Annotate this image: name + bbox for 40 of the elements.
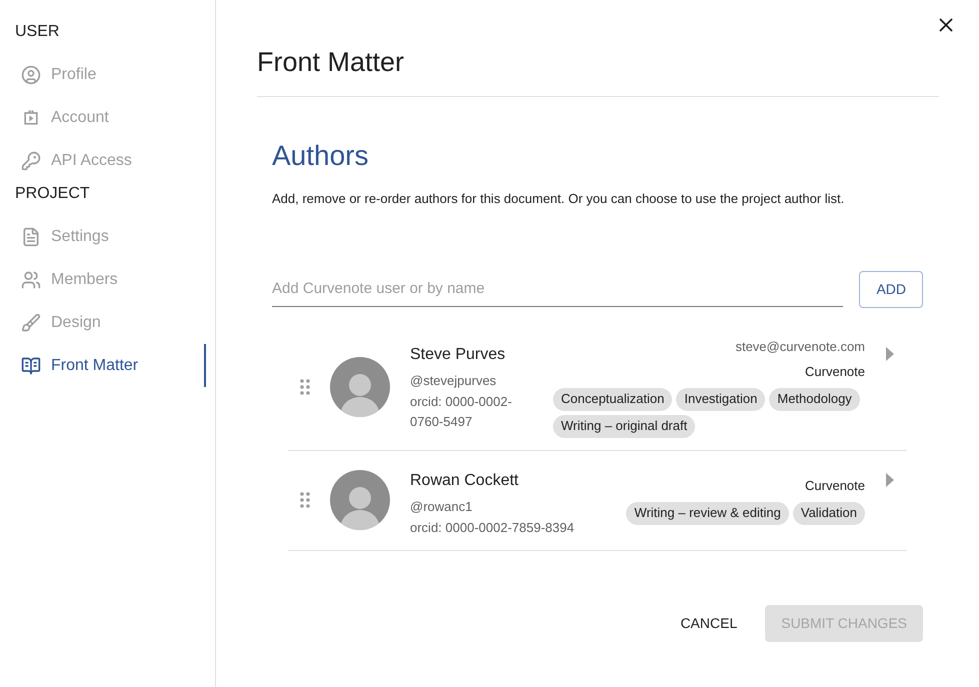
section-title: Authors [272, 139, 370, 173]
role-chip: Writing – review & editing [626, 502, 789, 524]
key-icon [21, 150, 41, 170]
cancel-button[interactable]: CANCEL [672, 606, 746, 642]
add-button[interactable]: ADD [859, 270, 923, 308]
sidebar-item[interactable]: Design [0, 301, 215, 344]
role-chip: Validation [792, 502, 865, 524]
author-name: Rowan Cockett [410, 470, 520, 490]
role-chip: Conceptualization [553, 388, 672, 410]
author-email: steve@curvenote.com [735, 338, 865, 356]
brush-icon [21, 312, 41, 332]
drag-handle-icon[interactable] [300, 379, 310, 395]
author-name: Steve Purves [410, 344, 506, 364]
description: Add, remove or re-order authors for this document. Or you can choose to use the project author list. [272, 190, 846, 208]
drag-handle-icon[interactable] [300, 492, 310, 508]
expand-caret-icon[interactable] [885, 346, 895, 360]
sidebar-item[interactable]: Members [0, 258, 215, 301]
section-heading: PROJECT [14, 184, 91, 204]
role-chip: Writing – original draft [553, 414, 696, 438]
sidebar-item[interactable]: Front Matter [0, 344, 206, 387]
author-orcid: orcid: 0000-0002-0760-5497 [410, 393, 513, 431]
sidebar-item[interactable]: Account [0, 96, 215, 139]
sidebar-item[interactable]: API Access [0, 139, 215, 182]
role-chip: Investigation [676, 388, 766, 410]
author-affiliation: Curvenote [805, 477, 865, 495]
author-handle: @stevejpurves [410, 372, 498, 390]
document-icon [21, 226, 41, 246]
sidebar-item[interactable]: Profile [0, 53, 215, 96]
user-circle-icon [21, 64, 41, 84]
book-icon [21, 356, 41, 376]
dialog-title: Front Matter [257, 46, 406, 78]
author-search-field[interactable]: Add Curvenote user or by name [272, 271, 844, 307]
expand-caret-icon[interactable] [885, 472, 895, 486]
author-handle: @rowanc1 [410, 498, 474, 516]
role-chip: Methodology [769, 388, 860, 410]
sidebar-item[interactable]: Settings [0, 215, 215, 258]
section-heading: USER [14, 22, 60, 42]
author-affiliation: Curvenote [805, 363, 865, 381]
author-orcid: orcid: 0000-0002-7859-8394 [410, 519, 576, 537]
people-icon [21, 270, 41, 290]
